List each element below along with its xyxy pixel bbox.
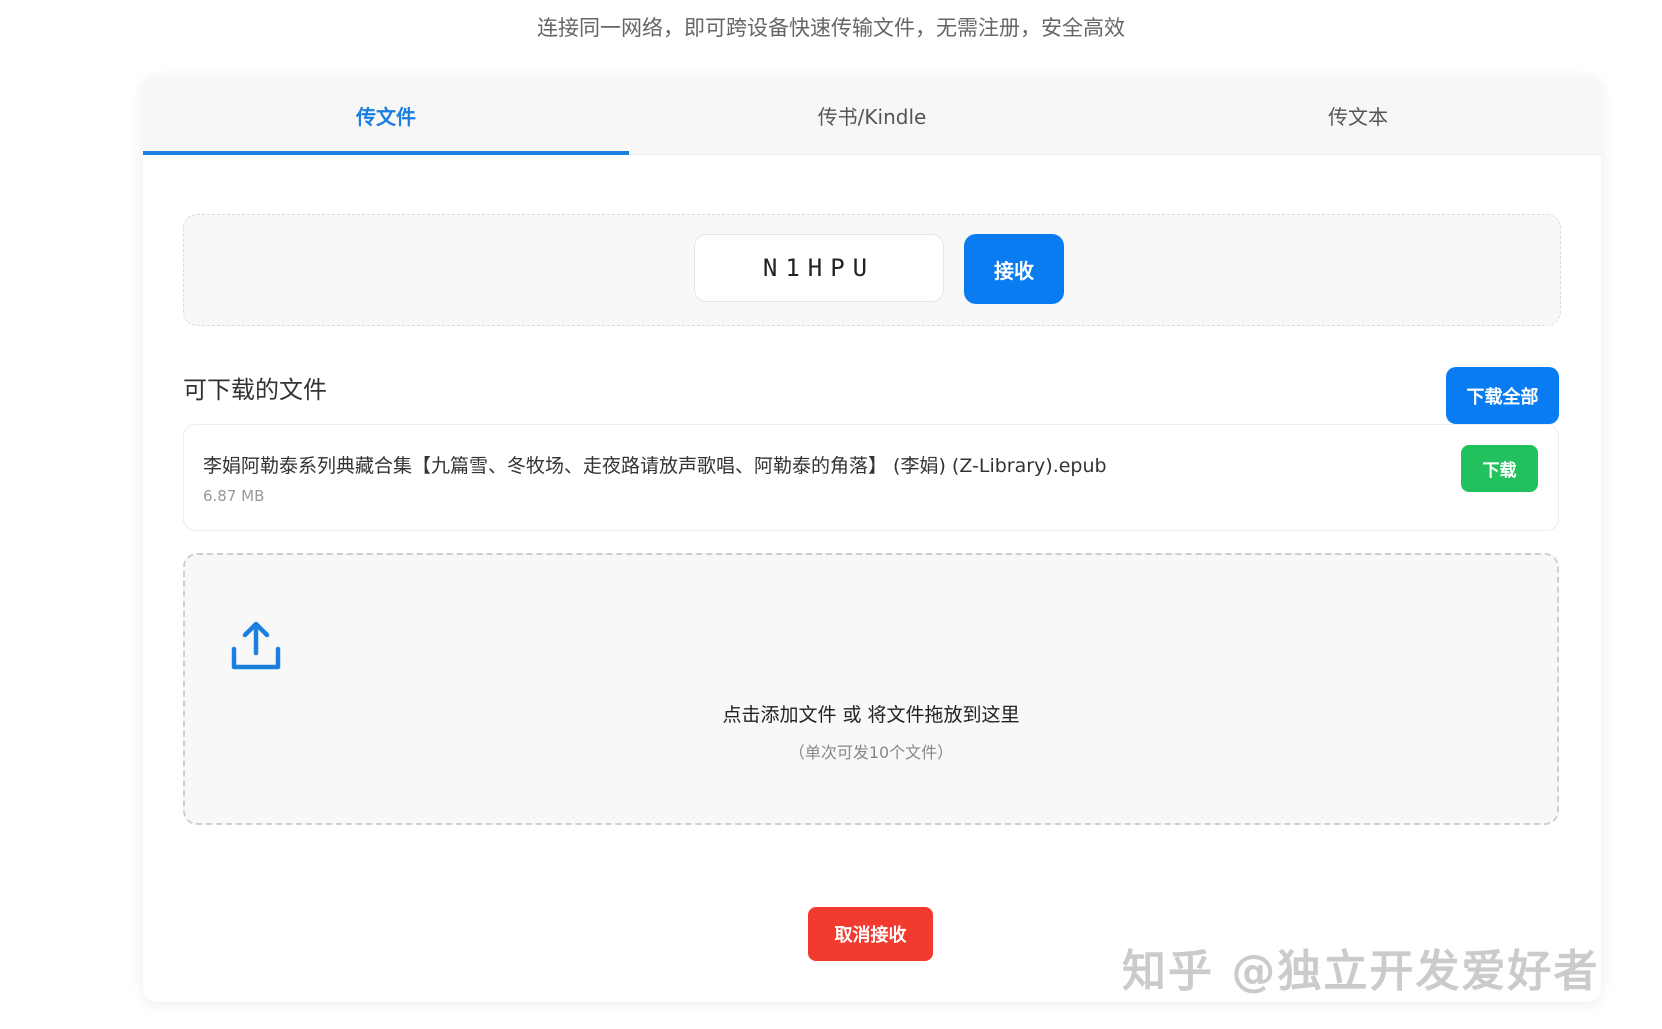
receive-code-input[interactable]	[694, 234, 944, 302]
transfer-card: 传文件 传书/Kindle 传文本 接收 可下载的文件 下载全部 李娟阿勒泰系列…	[143, 77, 1601, 1002]
page-subtitle: 连接同一网络，即可跨设备快速传输文件，无需注册，安全高效	[537, 16, 1125, 40]
receive-code-panel: 接收	[183, 214, 1561, 326]
tab-bar: 传文件 传书/Kindle 传文本	[143, 77, 1601, 155]
upload-icon	[231, 621, 281, 670]
file-size: 6.87 MB	[203, 487, 265, 505]
watermark: 知乎 @独立开发爱好者	[1122, 946, 1600, 997]
file-list-item: 李娟阿勒泰系列典藏合集【九篇雪、冬牧场、走夜路请放声歌唱、阿勒泰的角落】 (李娟…	[183, 424, 1559, 531]
file-name: 李娟阿勒泰系列典藏合集【九篇雪、冬牧场、走夜路请放声歌唱、阿勒泰的角落】 (李娟…	[203, 455, 1107, 477]
cancel-receive-button[interactable]: 取消接收	[808, 907, 933, 961]
tab-send-text[interactable]: 传文本	[1115, 77, 1601, 154]
download-all-button[interactable]: 下载全部	[1446, 367, 1559, 424]
downloadable-files-title: 可下载的文件	[183, 376, 327, 404]
tab-send-book-kindle[interactable]: 传书/Kindle	[629, 77, 1115, 154]
drop-zone-hint: （单次可发10个文件）	[788, 743, 954, 762]
download-button[interactable]: 下载	[1461, 445, 1538, 492]
tab-send-file[interactable]: 传文件	[143, 77, 629, 155]
receive-button[interactable]: 接收	[964, 234, 1064, 304]
file-drop-zone[interactable]: 点击添加文件 或 将文件拖放到这里 （单次可发10个文件）	[183, 553, 1559, 825]
drop-zone-text: 点击添加文件 或 将文件拖放到这里	[722, 704, 1020, 726]
